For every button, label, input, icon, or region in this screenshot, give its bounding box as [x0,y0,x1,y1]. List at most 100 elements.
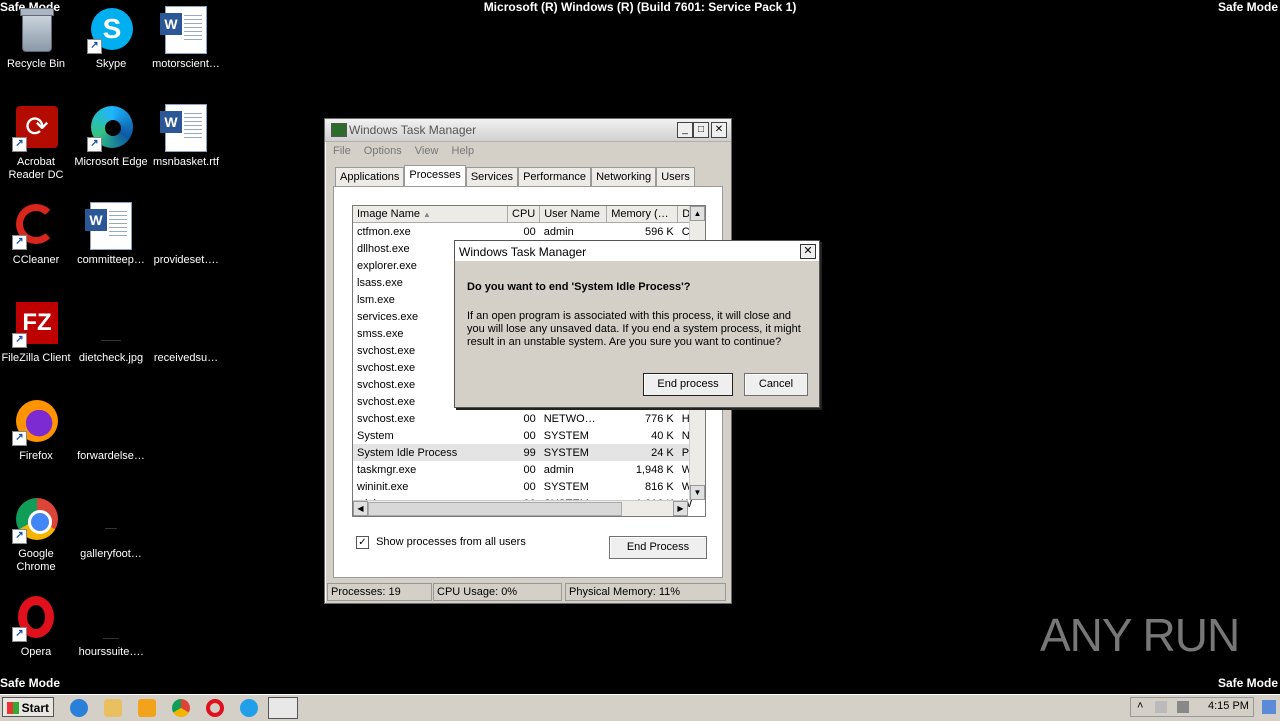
scroll-up-icon[interactable]: ▲ [690,206,705,221]
table-row[interactable]: svchost.exe 00 NETWO… 776 KH [353,410,699,427]
ie-icon[interactable] [70,699,88,717]
horizontal-scrollbar[interactable]: ◀ ▶ [353,500,688,516]
scroll-left-icon[interactable]: ◀ [353,501,368,516]
column-user-name[interactable]: User Name [539,206,608,223]
menu-file[interactable]: File [333,142,351,160]
tab-performance[interactable]: Performance [518,167,592,186]
table-row[interactable]: System 00 SYSTEM 40 KN [353,427,699,444]
end-process-button[interactable]: End Process [609,536,707,559]
desktop-icon-edge[interactable]: ↗ Microsoft Edge [73,98,149,169]
cell-user: NETWO… [543,412,596,425]
horizontal-scroll-thumb[interactable] [368,502,622,516]
taskbar-chrome-icon[interactable] [172,699,190,717]
cell-name: wininit.exe [357,480,409,493]
cell-cpu: 99 [507,444,540,461]
anyrun-watermark: ANY RUN [1040,608,1240,662]
menu-help[interactable]: Help [452,142,475,160]
desktop-icon-chrome[interactable]: ↗ Google Chrome [0,490,74,574]
desktop-icon-forwardelse[interactable]: forwardelse… [73,392,149,463]
column-memory[interactable]: Memory (… [606,206,679,223]
desktop-icon-galleryfoot[interactable]: galleryfoot… [73,490,149,561]
tab-strip: Applications Processes Services Performa… [335,165,695,187]
dialog-end-process-button[interactable]: End process [643,373,733,396]
desktop-icon-label: Opera [20,646,52,658]
tab-users[interactable]: Users [656,167,695,186]
maximize-button[interactable]: □ [693,122,709,138]
blank-file-icon [87,398,135,446]
desktop-icon-hourssuite[interactable]: hourssuite…. [73,588,149,659]
scroll-down-icon[interactable]: ▼ [690,485,705,500]
show-all-checkbox[interactable]: ✓ [356,536,369,549]
column-cpu[interactable]: CPU [507,206,541,223]
scroll-right-icon[interactable]: ▶ [673,501,688,516]
dialog-close-icon[interactable]: ✕ [800,244,816,259]
tab-processes[interactable]: Processes [404,165,466,186]
desktop-icon-msnbasket[interactable]: msnbasket.rtf [148,98,224,169]
cell-user: admin [543,225,574,238]
filezilla-icon: FZ ↗ [12,300,60,348]
tab-services[interactable]: Services [465,167,518,186]
dialog-titlebar[interactable]: Windows Task Manager ✕ [455,241,819,261]
desktop-icon-motorscient[interactable]: motorscient… [148,0,224,71]
task-manager-titlebar[interactable]: Windows Task Manager _ □ ✕ [325,119,731,142]
desktop-icon-acrobat[interactable]: ⟳ ↗ Acrobat Reader DC [0,98,74,182]
table-row[interactable]: wininit.exe 00 SYSTEM 816 KW [353,478,699,495]
end-process-dialog: Windows Task Manager ✕ Do you want to en… [454,240,820,408]
desktop-icon-dietcheck[interactable]: dietcheck.jpg [73,294,149,365]
desktop-icon-label: Skype [95,58,127,70]
speaker-icon[interactable] [1155,701,1167,713]
media-player-icon[interactable] [138,699,156,717]
desktop-icon-skype[interactable]: S ↗ Skype [73,0,149,71]
desktop-icon-label: CCleaner [12,254,60,266]
firefox-icon: ↗ [12,398,60,446]
start-button[interactable]: Start [2,697,54,717]
desktop-icon-recycle-bin[interactable]: Recycle Bin [0,0,74,71]
desktop-icon-label: FileZilla Client [1,352,71,364]
menu-options[interactable]: Options [364,142,402,160]
shortcut-arrow-icon: ↗ [12,529,27,544]
word-doc-icon [160,6,210,54]
desktop-icon-ccleaner[interactable]: ↗ CCleaner [0,196,74,267]
desktop-icon-committeep[interactable]: committeep… [73,196,149,267]
word-doc-icon [160,104,210,152]
taskbar-edge-icon[interactable] [240,699,258,717]
dialog-cancel-button[interactable]: Cancel [744,373,808,396]
sort-ascending-icon: ▲ [423,210,431,219]
cell-name: System Idle Process [353,444,508,461]
safe-mode-label-bottom-right: Safe Mode [1217,676,1278,690]
network-icon[interactable] [1177,701,1189,713]
cell-cpu: 00 [523,463,536,476]
desktop-icon-label: forwardelse… [77,450,145,462]
desktop-icon-receivedsu[interactable]: receivedsu… [148,294,224,365]
cell-mem: 776 K [644,412,674,425]
shortcut-arrow-icon: ↗ [12,235,27,250]
shortcut-arrow-icon: ↗ [12,627,27,642]
shortcut-arrow-icon: ↗ [87,39,102,54]
status-processes: Processes: 19 [327,583,432,601]
column-image-name[interactable]: Image Name ▲ [353,206,508,223]
taskbar-opera-icon[interactable] [206,699,224,717]
dialog-title: Windows Task Manager [459,245,587,259]
table-row[interactable]: taskmgr.exe 00 admin 1,948 KW [353,461,699,478]
explorer-icon[interactable] [104,699,122,717]
show-all-processes[interactable]: ✓ Show processes from all users [356,536,526,549]
cell-cpu: 00 [523,429,536,442]
tray-expand-icon[interactable]: ˄ [1137,700,1143,712]
clock[interactable]: 4:15 PM [1208,700,1249,712]
tab-networking[interactable]: Networking [591,167,657,186]
desktop-icon-firefox[interactable]: ↗ Firefox [0,392,74,463]
show-desktop-icon[interactable] [1262,700,1276,714]
cell-cpu: 00 [523,412,536,425]
chrome-icon: ↗ [12,496,60,544]
desktop-icon-opera[interactable]: ↗ Opera [0,588,74,659]
table-row[interactable]: System Idle Process99SYSTEM24 KPe [353,444,700,461]
desktop-icon-provideset[interactable]: provideset…. [148,196,224,267]
menu-view[interactable]: View [415,142,439,160]
desktop-icon-filezilla[interactable]: FZ ↗ FileZilla Client [0,294,74,365]
table-row[interactable]: ctfmon.exe 00 admin 596 KC [353,223,699,241]
taskbar-task-manager-icon[interactable] [268,697,298,719]
close-button[interactable]: ✕ [711,122,727,138]
tab-applications[interactable]: Applications [335,167,405,186]
desktop-icon-label: hourssuite…. [78,646,144,658]
minimize-button[interactable]: _ [677,122,693,138]
